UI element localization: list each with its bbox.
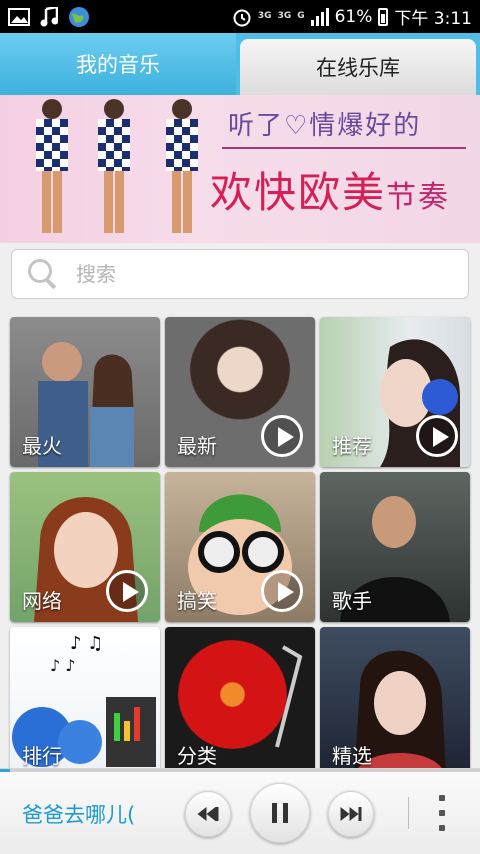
status-bar: 3G 3G G 61% 下午 3:11 (0, 0, 480, 33)
browser-globe-icon (69, 6, 89, 27)
category-tile-hottest[interactable]: 最火 (10, 317, 160, 467)
category-tile-funny[interactable]: 搞笑 (165, 472, 315, 622)
player-divider (408, 797, 409, 829)
category-tile-recommended[interactable]: 推荐 (320, 317, 470, 467)
category-label: 精选 (332, 744, 372, 768)
banner-headline: 听了♡情爆好的 (228, 111, 422, 141)
mini-player: 爸爸去哪儿( (0, 768, 480, 854)
network-3g-2: 3G (277, 11, 292, 21)
overflow-menu-icon[interactable] (432, 795, 452, 831)
category-label: 最火 (22, 434, 62, 458)
category-tile-genres[interactable]: 分类 (165, 627, 315, 777)
banner-model-figure (30, 99, 74, 237)
pause-button[interactable] (250, 783, 310, 843)
alarm-clock-icon (233, 9, 251, 26)
banner-title-part: 欧美 (298, 168, 387, 217)
play-icon[interactable] (261, 415, 303, 457)
banner-title-part: 欢快 (210, 168, 299, 217)
playback-progress-fill (0, 769, 10, 772)
search-input[interactable] (74, 261, 438, 287)
battery-icon (378, 7, 389, 26)
category-tile-internet[interactable]: 网络 (10, 472, 160, 622)
now-playing-title[interactable]: 爸爸去哪儿( (22, 799, 182, 829)
tab-online-library[interactable]: 在线乐库 (240, 39, 476, 95)
svg-text:♪ ♪: ♪ ♪ (50, 656, 76, 675)
next-icon (340, 807, 362, 821)
category-label: 歌手 (332, 589, 372, 613)
network-g: G (297, 11, 305, 21)
music-note-icon (40, 6, 58, 26)
promo-banner[interactable]: 听了♡情爆好的 欢快欧美节奏 (0, 95, 480, 243)
tab-my-music[interactable]: 我的音乐 (0, 33, 236, 95)
search-icon (26, 257, 60, 291)
category-label: 最新 (177, 434, 217, 458)
svg-text:♪ ♫: ♪ ♫ (70, 633, 103, 654)
play-icon[interactable] (416, 415, 458, 457)
search-box[interactable] (11, 249, 469, 299)
category-label: 网络 (22, 589, 62, 613)
category-label: 排行 (22, 744, 62, 768)
status-system: 3G 3G G 61% 下午 3:11 (232, 4, 472, 29)
status-notifications (8, 6, 90, 28)
banner-divider (222, 147, 466, 149)
previous-button[interactable] (185, 791, 231, 837)
main-tabs: 我的音乐 在线乐库 (0, 33, 480, 95)
network-3g-1: 3G (257, 11, 272, 21)
banner-title: 欢快欧美节奏 (210, 159, 450, 220)
next-button[interactable] (328, 791, 374, 837)
play-icon[interactable] (261, 570, 303, 612)
tab-label: 我的音乐 (76, 53, 160, 77)
signal-strength-icon (310, 7, 329, 26)
category-tile-newest[interactable]: 最新 (165, 317, 315, 467)
playback-progress-bar[interactable] (0, 769, 480, 772)
play-icon[interactable] (106, 570, 148, 612)
category-label: 分类 (177, 744, 217, 768)
category-tile-charts[interactable]: ♪ ♫ ♪ ♪ 排行 (10, 627, 160, 777)
category-label: 推荐 (332, 434, 372, 458)
clock: 下午 3:11 (394, 9, 472, 29)
previous-icon (197, 807, 219, 821)
banner-model-figure (160, 99, 204, 237)
category-label: 搞笑 (177, 589, 217, 613)
image-icon (8, 7, 30, 26)
pause-icon (269, 803, 291, 823)
tab-label: 在线乐库 (316, 56, 400, 80)
battery-percent: 61% (334, 6, 373, 27)
category-tile-featured[interactable]: 精选 (320, 627, 470, 777)
banner-model-figure (92, 99, 136, 237)
banner-title-part: 节奏 (386, 180, 451, 215)
category-tile-singers[interactable]: 歌手 (320, 472, 470, 622)
